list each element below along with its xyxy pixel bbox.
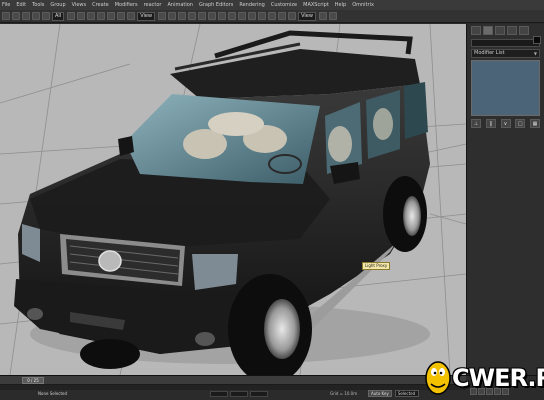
create-tab-icon[interactable] [471,26,481,35]
quick-render-icon[interactable] [318,12,327,20]
x-coord-field[interactable] [210,391,228,397]
menu-omnitrix[interactable]: Omnitrix [352,0,374,10]
menu-group[interactable]: Group [50,0,65,10]
region-select-icon[interactable] [87,12,96,20]
menu-reactor[interactable]: reactor [144,0,162,10]
modifier-list-dropdown[interactable]: Modifier List ▼ [471,49,540,58]
menu-graph-editors[interactable]: Graph Editors [199,0,233,10]
z-coord-field[interactable] [250,391,268,397]
undo-icon[interactable] [2,12,10,20]
grid-size-text: Grid = 10.0m [330,391,358,396]
render-icon[interactable] [328,12,337,20]
scale-icon[interactable] [127,12,136,20]
show-end-result-icon[interactable]: ‖ [485,119,496,128]
coordinate-fields [210,391,270,397]
object-name-field[interactable] [471,39,540,47]
angle-snap-icon[interactable] [188,12,197,20]
menu-file[interactable]: File [2,0,10,10]
window-crossing-icon[interactable] [97,12,106,20]
status-selection-text: None Selected [38,391,68,396]
stack-buttons: ⊥ ‖ ∨ □ ▦ [471,119,540,128]
rotate-icon[interactable] [117,12,126,20]
align-icon[interactable] [238,12,247,20]
menu-edit[interactable]: Edit [16,0,26,10]
render-setup-icon[interactable] [288,12,297,20]
mirror-icon[interactable] [228,12,237,20]
modifier-stack[interactable] [471,60,540,116]
y-coord-field[interactable] [230,391,248,397]
material-editor-icon[interactable] [278,12,287,20]
menu-tools[interactable]: Tools [32,0,44,10]
ref-coord-dropdown[interactable]: View [137,11,156,21]
key-filter-dropdown[interactable]: Selected [394,390,419,397]
curve-editor-icon[interactable] [258,12,267,20]
redo-icon[interactable] [12,12,20,20]
select-icon[interactable] [67,12,76,20]
command-panel: Modifier List ▼ ⊥ ‖ ∨ □ ▦ [466,24,544,375]
main-toolbar: All View View [0,10,544,23]
chevron-down-icon: ▼ [533,51,537,56]
selection-filter-dropdown[interactable]: All [52,11,65,21]
auto-key-button[interactable]: Auto Key [368,390,392,397]
view-dropdown[interactable]: View [298,11,316,21]
layer-icon[interactable] [248,12,257,20]
modifier-list-label: Modifier List [474,50,505,56]
motion-tab-icon[interactable] [507,26,517,35]
link-icon[interactable] [22,12,30,20]
time-slider[interactable]: 0 / 25 [0,376,466,385]
status-left: None Selected [4,391,67,396]
menu-animation[interactable]: Animation [167,0,193,10]
menu-rendering[interactable]: Rendering [239,0,265,10]
schematic-icon[interactable] [268,12,277,20]
make-unique-icon[interactable]: ∨ [500,119,511,128]
object-tooltip: Light Proxy [362,262,391,270]
move-icon[interactable] [107,12,116,20]
menu-help[interactable]: Help [335,0,346,10]
time-slider-thumb[interactable]: 0 / 25 [22,377,44,384]
menu-maxscript[interactable]: MAXScript [303,0,329,10]
viewport-scene [0,24,466,375]
percent-snap-icon[interactable] [198,12,207,20]
max-window: File Edit Tools Group Views Create Modif… [0,0,544,400]
menu-customize[interactable]: Customize [271,0,297,10]
pin-stack-icon[interactable]: ⊥ [471,119,481,128]
select-by-name-icon[interactable] [77,12,86,20]
bind-icon[interactable] [42,12,50,20]
perspective-viewport[interactable]: Light Proxy [0,24,466,375]
hierarchy-tab-icon[interactable] [495,26,505,35]
menu-views[interactable]: Views [72,0,86,10]
modify-tab-icon[interactable] [483,26,493,35]
watermark-text: CWER.RU [452,364,544,392]
menu-modifiers[interactable]: Modifiers [115,0,138,10]
remove-modifier-icon[interactable]: □ [515,119,526,128]
menu-create[interactable]: Create [92,0,109,10]
object-color-swatch[interactable] [533,36,541,44]
unlink-icon[interactable] [32,12,40,20]
display-tab-icon[interactable] [519,26,529,35]
spinner-snap-icon[interactable] [208,12,217,20]
named-selection-icon[interactable] [218,12,227,20]
pivot-icon[interactable] [158,12,167,20]
menu-bar: File Edit Tools Group Views Create Modif… [0,0,544,10]
animation-key-controls: Auto Key Selected [368,390,419,397]
manipulate-icon[interactable] [168,12,177,20]
configure-sets-icon[interactable]: ▦ [530,119,540,128]
snap-icon[interactable] [178,12,187,20]
